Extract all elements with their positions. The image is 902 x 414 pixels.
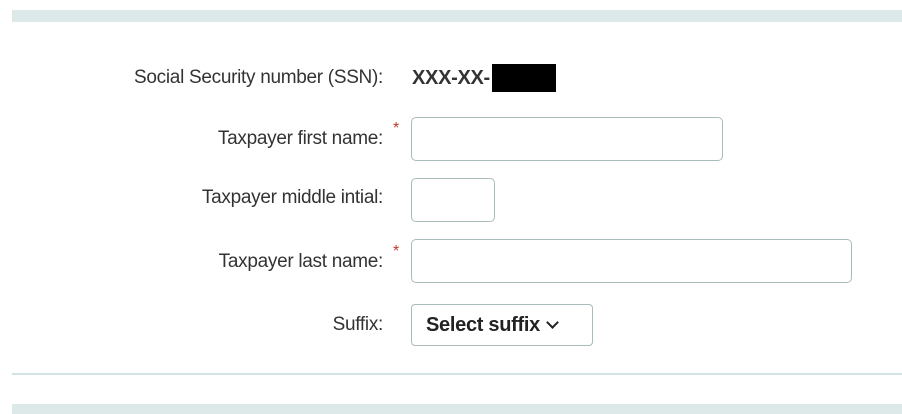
suffix-selected-value: Select suffix: [426, 313, 540, 336]
middle-initial-input[interactable]: [411, 178, 495, 222]
middle-initial-label: Taxpayer middle intial:: [201, 187, 383, 208]
suffix-label: Suffix:: [332, 314, 384, 335]
ssn-label: Social Security number (SSN):: [134, 67, 383, 88]
suffix-select[interactable]: Select suffix: [411, 304, 593, 346]
first-name-required-marker: *: [393, 120, 400, 137]
chevron-down-icon: [546, 316, 559, 329]
last-name-input[interactable]: [411, 239, 852, 283]
section-divider: [12, 373, 902, 375]
ssn-visible-prefix: XXX-XX-: [412, 66, 490, 89]
last-name-required-marker: *: [393, 243, 400, 260]
last-name-label: Taxpayer last name:: [218, 251, 384, 272]
ssn-redaction-block: [491, 64, 556, 92]
first-name-label: Taxpayer first name:: [217, 128, 383, 149]
ssn-value: XXX-XX-: [412, 64, 556, 92]
first-name-input[interactable]: [411, 117, 723, 161]
section-top-band: [12, 10, 902, 22]
section-bottom-band: [12, 404, 902, 414]
